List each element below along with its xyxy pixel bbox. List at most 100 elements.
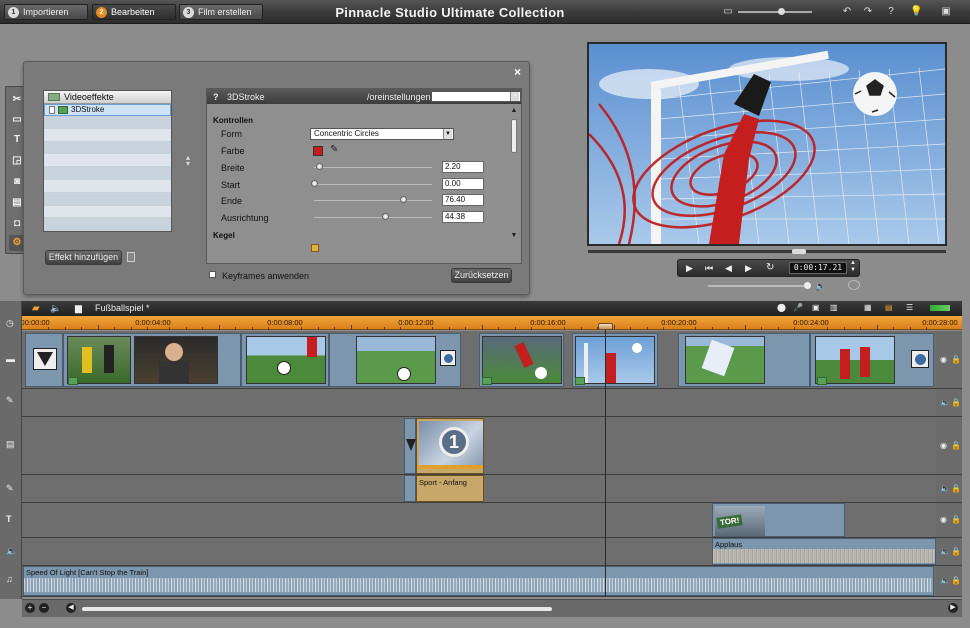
store-icon[interactable]: ▣ bbox=[938, 6, 954, 18]
scroll-left-icon[interactable]: ◀ bbox=[66, 603, 76, 613]
zoom-slider-knob[interactable] bbox=[778, 8, 785, 15]
music-clip[interactable]: Speed Of Light [Can't Stop the Train] bbox=[23, 566, 934, 596]
form-select[interactable]: Concentric Circles ▼ bbox=[310, 128, 454, 140]
eye-icon[interactable]: ◉ bbox=[940, 515, 947, 524]
video-clip[interactable] bbox=[63, 333, 241, 387]
lock-icon[interactable]: 🔒 bbox=[951, 547, 961, 556]
step-back-icon[interactable]: ◀ bbox=[725, 263, 732, 274]
preview-scrub-knob[interactable] bbox=[792, 249, 806, 254]
storyboard-view-icon[interactable]: ▦ bbox=[864, 303, 872, 312]
timeline-scroll-thumb[interactable] bbox=[82, 607, 552, 611]
timecode-stepper-icon[interactable]: ▲ ▼ bbox=[850, 260, 856, 274]
speaker-icon[interactable]: 🔈 bbox=[940, 484, 950, 493]
breite-slider-track[interactable] bbox=[314, 167, 432, 168]
clock-icon[interactable]: ◷ bbox=[6, 318, 14, 329]
speaker-icon[interactable]: 🔈 bbox=[815, 281, 826, 292]
keyframes-checkbox[interactable] bbox=[209, 271, 216, 278]
volume-slider-track[interactable] bbox=[708, 285, 805, 287]
aktivieren-checkbox[interactable] bbox=[311, 244, 319, 252]
breite-slider-knob[interactable] bbox=[315, 163, 323, 170]
tab-import[interactable]: 1 Importieren bbox=[4, 4, 88, 20]
scroll-right-icon[interactable]: ▶ bbox=[948, 603, 958, 613]
edit-pen-icon[interactable]: ✎ bbox=[6, 483, 14, 494]
toolbox-icon[interactable]: ▰ bbox=[32, 303, 40, 314]
folder-icon[interactable]: ▆ bbox=[75, 303, 82, 314]
video-clip[interactable] bbox=[241, 333, 329, 387]
timeline-view-icon[interactable]: ▤ bbox=[885, 303, 893, 312]
undo-icon[interactable]: ↶ bbox=[841, 6, 853, 18]
lock-icon[interactable]: 🔒 bbox=[951, 515, 961, 524]
ende-slider-track[interactable] bbox=[314, 200, 432, 201]
skip-start-icon[interactable]: ⏮ bbox=[705, 263, 713, 274]
trash-icon[interactable] bbox=[127, 252, 135, 262]
start-slider-knob[interactable] bbox=[311, 180, 318, 187]
ausrichtung-input[interactable]: 44.38 bbox=[442, 211, 484, 223]
preview-scrub-track[interactable] bbox=[588, 250, 946, 253]
overlay-transition[interactable] bbox=[404, 418, 416, 474]
eye-icon[interactable]: ◉ bbox=[940, 355, 947, 364]
splitter-arrows-icon[interactable]: ▴ ▾ bbox=[186, 154, 190, 168]
monitor-icon[interactable]: ▭ bbox=[722, 6, 734, 18]
timecode-display[interactable]: 0:00:17.21 bbox=[789, 262, 847, 274]
start-input[interactable]: 0.00 bbox=[442, 178, 484, 190]
eyedropper-icon[interactable]: ✎ bbox=[330, 144, 338, 155]
settings-scrollbar[interactable]: ▲ ▼ bbox=[509, 107, 519, 262]
zoom-in-icon[interactable]: + bbox=[25, 603, 35, 613]
eye-icon[interactable]: ◉ bbox=[940, 441, 947, 450]
speaker-icon[interactable]: 🔈 bbox=[940, 398, 950, 407]
ausrichtung-slider-track[interactable] bbox=[314, 217, 432, 218]
zoom-out-icon[interactable]: − bbox=[39, 603, 49, 613]
marker-icon[interactable]: ⬤ bbox=[777, 303, 786, 312]
lightbulb-icon[interactable]: 💡 bbox=[910, 6, 922, 18]
video-clip[interactable] bbox=[329, 333, 461, 387]
ausrichtung-slider-knob[interactable] bbox=[381, 213, 389, 220]
color-swatch[interactable] bbox=[313, 146, 323, 156]
loop-icon[interactable]: ↻ bbox=[766, 262, 774, 273]
lock-icon[interactable]: 🔒 bbox=[951, 576, 961, 585]
speaker-icon[interactable]: 🔈 bbox=[50, 303, 61, 314]
scroll-thumb[interactable] bbox=[511, 119, 517, 153]
lock-icon[interactable]: 🔒 bbox=[951, 484, 961, 493]
delete-icon[interactable]: ▥ bbox=[830, 303, 838, 312]
lock-icon[interactable]: 🔒 bbox=[951, 441, 961, 450]
fullscreen-icon[interactable] bbox=[848, 280, 860, 290]
lock-icon[interactable]: 🔒 bbox=[951, 398, 961, 407]
title-clip-label-box[interactable]: Sport - Anfang bbox=[416, 475, 484, 502]
overlay-transition-audio[interactable] bbox=[404, 475, 416, 502]
speaker-icon[interactable]: 🔈 bbox=[940, 547, 950, 556]
video-clip[interactable] bbox=[678, 333, 810, 387]
step-forward-icon[interactable]: ▶ bbox=[745, 263, 752, 274]
timeline-ruler[interactable]: 0:00:00:00 0:00:04:00 0:00:08:00 0:00:12:00… bbox=[14, 316, 962, 330]
voiceover-icon[interactable]: 🎤 bbox=[793, 303, 803, 312]
volume-slider-knob[interactable] bbox=[804, 282, 811, 289]
preset-select[interactable]: ▼ bbox=[431, 91, 521, 102]
text-view-icon[interactable]: ☰ bbox=[906, 303, 913, 312]
video-clip[interactable] bbox=[810, 333, 934, 387]
title-clip-tor[interactable]: TOR! bbox=[712, 503, 845, 537]
speaker-icon[interactable]: 🔈 bbox=[940, 576, 950, 585]
effect-item-3dstroke[interactable]: 3DStroke bbox=[44, 104, 171, 116]
tab-edit[interactable]: 2 Bearbeiten bbox=[92, 4, 176, 20]
title-clip[interactable]: 1 bbox=[416, 418, 484, 474]
zoom-slider-track[interactable] bbox=[738, 11, 812, 13]
reset-button[interactable]: Zurücksetzen bbox=[451, 268, 512, 283]
redo-icon[interactable]: ↷ bbox=[862, 6, 874, 18]
scrubber-handle[interactable] bbox=[598, 323, 613, 330]
edit-pen-icon[interactable]: ✎ bbox=[6, 395, 14, 406]
help-icon[interactable]: ? bbox=[885, 6, 897, 18]
start-slider-track[interactable] bbox=[314, 184, 432, 185]
breite-input[interactable]: 2.20 bbox=[442, 161, 484, 173]
sound-clip[interactable]: Applaus bbox=[712, 538, 936, 565]
ende-input[interactable]: 76.40 bbox=[442, 194, 484, 206]
scroll-down-icon[interactable]: ▼ bbox=[509, 232, 519, 241]
transition-clip[interactable] bbox=[25, 333, 63, 387]
scroll-up-icon[interactable]: ▲ bbox=[509, 107, 519, 116]
close-icon[interactable]: × bbox=[514, 65, 521, 79]
help-icon[interactable]: ? bbox=[213, 92, 219, 102]
ende-slider-knob[interactable] bbox=[399, 196, 407, 203]
tab-make-movie[interactable]: 3 Film erstellen bbox=[179, 4, 263, 20]
burn-icon[interactable]: ▣ bbox=[812, 303, 820, 312]
play-icon[interactable]: ▶ bbox=[686, 263, 693, 274]
add-effect-button[interactable]: Effekt hinzufügen bbox=[45, 250, 122, 265]
lock-icon[interactable]: 🔒 bbox=[951, 355, 961, 364]
